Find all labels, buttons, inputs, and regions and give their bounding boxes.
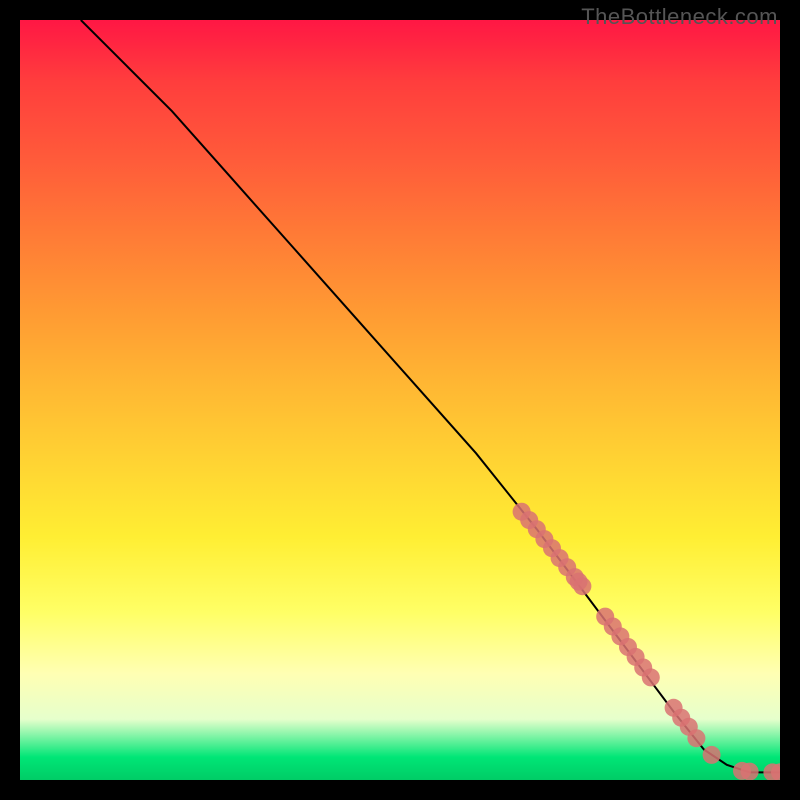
data-marker bbox=[741, 763, 759, 780]
data-marker bbox=[642, 668, 660, 686]
bottleneck-curve bbox=[81, 20, 780, 772]
marker-group bbox=[513, 503, 780, 780]
data-marker bbox=[687, 729, 705, 747]
chart-plot bbox=[20, 20, 780, 780]
data-marker bbox=[573, 577, 591, 595]
data-marker bbox=[703, 746, 721, 764]
